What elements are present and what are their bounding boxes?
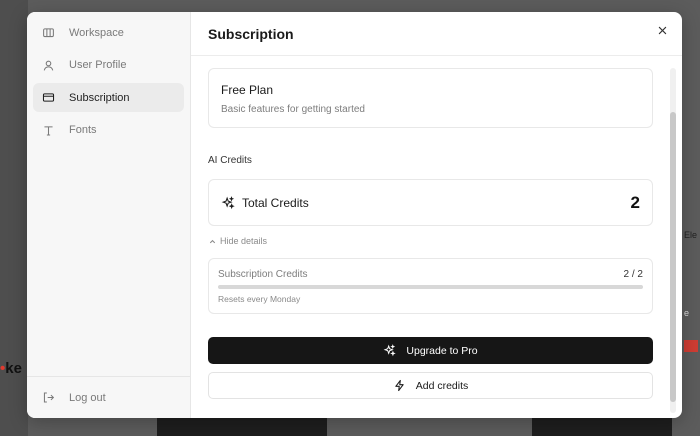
- subscription-credits-label: Subscription Credits: [218, 269, 308, 280]
- scrollbar[interactable]: [670, 68, 676, 413]
- sidebar-item-user-profile[interactable]: User Profile: [33, 51, 184, 80]
- lightning-icon: [393, 379, 406, 392]
- sidebar-item-label: User Profile: [69, 59, 127, 71]
- close-button[interactable]: [654, 22, 670, 38]
- plan-name: Free Plan: [221, 83, 274, 97]
- logout-button[interactable]: Log out: [33, 383, 184, 412]
- logout-icon: [41, 391, 55, 405]
- settings-sidebar: Workspace User Profile Subscription Font…: [27, 12, 191, 418]
- reset-note: Resets every Monday: [218, 294, 301, 304]
- scrollbar-thumb[interactable]: [670, 112, 676, 402]
- sidebar-item-label: Subscription: [69, 91, 130, 104]
- subscription-panel: Subscription Free Plan Basic features fo…: [191, 12, 682, 418]
- subscription-credits-value: 2 / 2: [623, 269, 643, 280]
- upgrade-to-pro-button[interactable]: Upgrade to Pro: [208, 337, 653, 364]
- plan-card: Free Plan Basic features for getting sta…: [208, 68, 653, 128]
- sidebar-item-label: Workspace: [69, 26, 124, 39]
- hide-details-toggle[interactable]: Hide details: [208, 236, 653, 246]
- total-credits-value: 2: [630, 192, 640, 212]
- background-accent: [684, 340, 698, 352]
- user-icon: [41, 58, 55, 72]
- subscription-credits-card: Subscription Credits 2 / 2 Resets every …: [208, 258, 653, 314]
- background-block: [157, 418, 327, 436]
- sidebar-item-workspace[interactable]: Workspace: [33, 18, 184, 47]
- logout-label: Log out: [69, 391, 106, 404]
- sparkles-icon: [221, 195, 235, 210]
- add-credits-button[interactable]: Add credits: [208, 372, 653, 399]
- subscription-content: Free Plan Basic features for getting sta…: [208, 68, 653, 399]
- chevron-up-icon: [208, 237, 217, 246]
- plan-description: Basic features for getting started: [221, 104, 365, 115]
- total-credits-label: Total Credits: [242, 195, 309, 210]
- close-icon: [658, 26, 666, 34]
- sparkles-icon: [383, 344, 397, 357]
- type-icon: [41, 123, 55, 137]
- credits-progress-bar: [218, 285, 643, 289]
- sidebar-item-label: Fonts: [69, 124, 97, 136]
- hide-details-label: Hide details: [220, 236, 268, 246]
- building-icon: [41, 26, 55, 40]
- background-brand-text: •ke: [0, 360, 22, 377]
- upgrade-label: Upgrade to Pro: [406, 344, 478, 357]
- background-text: Ele: [684, 230, 698, 240]
- page-title: Subscription: [208, 25, 294, 42]
- credit-card-icon: [41, 91, 55, 105]
- background-text: e: [684, 308, 690, 318]
- sidebar-item-fonts[interactable]: Fonts: [33, 116, 184, 145]
- panel-header: Subscription: [191, 12, 682, 56]
- background-block: [532, 418, 672, 436]
- ai-credits-heading: AI Credits: [208, 155, 252, 166]
- sidebar-footer: Log out: [27, 376, 190, 418]
- credits-progress-fill: [218, 285, 643, 289]
- add-credits-label: Add credits: [415, 379, 469, 392]
- sidebar-item-subscription[interactable]: Subscription: [33, 83, 184, 112]
- total-credits-card: Total Credits 2: [208, 179, 653, 226]
- settings-modal: Workspace User Profile Subscription Font…: [27, 12, 682, 418]
